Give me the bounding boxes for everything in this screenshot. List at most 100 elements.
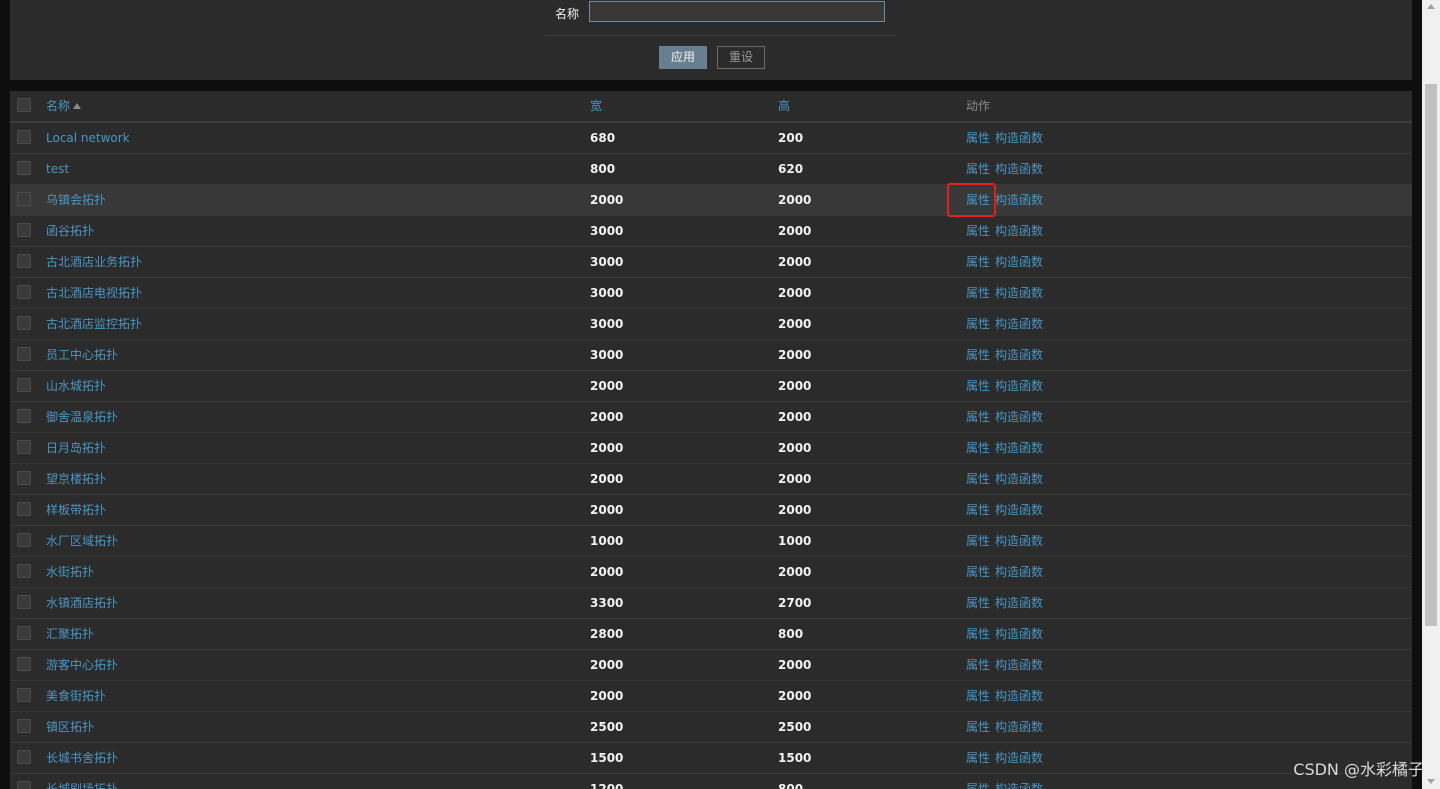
column-header-width[interactable]: 宽 — [590, 91, 602, 121]
properties-link[interactable]: 属性 — [966, 720, 990, 734]
apply-button[interactable]: 应用 — [659, 46, 707, 69]
constructor-link[interactable]: 构造函数 — [995, 751, 1043, 765]
properties-link[interactable]: 属性 — [966, 472, 990, 486]
constructor-link[interactable]: 构造函数 — [995, 565, 1043, 579]
properties-link[interactable]: 属性 — [966, 503, 990, 517]
row-checkbox[interactable] — [17, 378, 31, 392]
properties-link[interactable]: 属性 — [966, 534, 990, 548]
map-height: 2000 — [778, 472, 812, 486]
constructor-link[interactable]: 构造函数 — [995, 317, 1043, 331]
constructor-link[interactable]: 构造函数 — [995, 348, 1043, 362]
properties-link[interactable]: 属性 — [966, 193, 990, 207]
constructor-link[interactable]: 构造函数 — [995, 410, 1043, 424]
map-name-link[interactable]: 望京楼拓扑 — [46, 464, 106, 494]
properties-link[interactable]: 属性 — [966, 379, 990, 393]
row-checkbox[interactable] — [17, 781, 31, 789]
map-name-link[interactable]: 长城书舍拓扑 — [46, 743, 118, 773]
properties-link[interactable]: 属性 — [966, 751, 990, 765]
constructor-link[interactable]: 构造函数 — [995, 472, 1043, 486]
map-name-link[interactable]: 古北酒店电视拓扑 — [46, 278, 142, 308]
constructor-link[interactable]: 构造函数 — [995, 534, 1043, 548]
map-name-link[interactable]: 汇聚拓扑 — [46, 619, 94, 649]
filter-name-input[interactable] — [589, 1, 885, 22]
row-checkbox[interactable] — [17, 471, 31, 485]
properties-link[interactable]: 属性 — [966, 131, 990, 145]
row-checkbox[interactable] — [17, 750, 31, 764]
properties-link[interactable]: 属性 — [966, 255, 990, 269]
row-checkbox[interactable] — [17, 502, 31, 516]
map-name-link[interactable]: 水街拓扑 — [46, 557, 94, 587]
constructor-link[interactable]: 构造函数 — [995, 255, 1043, 269]
constructor-link[interactable]: 构造函数 — [995, 782, 1043, 789]
row-checkbox[interactable] — [17, 440, 31, 454]
table-row: 望京楼拓扑 2000 2000 属性 构造函数 — [10, 464, 1412, 495]
map-name-link[interactable]: 山水城拓扑 — [46, 371, 106, 401]
row-checkbox[interactable] — [17, 409, 31, 423]
constructor-link[interactable]: 构造函数 — [995, 162, 1043, 176]
constructor-link[interactable]: 构造函数 — [995, 131, 1043, 145]
properties-link[interactable]: 属性 — [966, 596, 990, 610]
properties-link[interactable]: 属性 — [966, 627, 990, 641]
map-name-link[interactable]: 乌镇会拓扑 — [46, 185, 106, 215]
row-checkbox[interactable] — [17, 533, 31, 547]
properties-link[interactable]: 属性 — [966, 286, 990, 300]
row-checkbox[interactable] — [17, 223, 31, 237]
constructor-link[interactable]: 构造函数 — [995, 689, 1043, 703]
properties-link[interactable]: 属性 — [966, 782, 990, 789]
constructor-link[interactable]: 构造函数 — [995, 627, 1043, 641]
constructor-link[interactable]: 构造函数 — [995, 286, 1043, 300]
map-name-link[interactable]: 水厂区域拓扑 — [46, 526, 118, 556]
select-all-checkbox[interactable] — [17, 98, 31, 112]
map-name-link[interactable]: 水镇酒店拓扑 — [46, 588, 118, 618]
map-name-link[interactable]: 日月岛拓扑 — [46, 433, 106, 463]
properties-link[interactable]: 属性 — [966, 441, 990, 455]
reset-button[interactable]: 重设 — [717, 46, 765, 69]
row-checkbox[interactable] — [17, 347, 31, 361]
map-name-link[interactable]: 古北酒店业务拓扑 — [46, 247, 142, 277]
properties-link[interactable]: 属性 — [966, 410, 990, 424]
row-checkbox[interactable] — [17, 657, 31, 671]
properties-link[interactable]: 属性 — [966, 348, 990, 362]
properties-link[interactable]: 属性 — [966, 689, 990, 703]
map-name-link[interactable]: 函谷拓扑 — [46, 216, 94, 246]
properties-link[interactable]: 属性 — [966, 224, 990, 238]
scroll-up-icon[interactable] — [1427, 4, 1435, 9]
scroll-down-icon[interactable] — [1427, 779, 1435, 784]
constructor-link[interactable]: 构造函数 — [995, 441, 1043, 455]
row-checkbox[interactable] — [17, 130, 31, 144]
row-checkbox[interactable] — [17, 254, 31, 268]
map-name-link[interactable]: 御舍温泉拓扑 — [46, 402, 118, 432]
map-name-link[interactable]: 古北酒店监控拓扑 — [46, 309, 142, 339]
map-name-link[interactable]: 美食街拓扑 — [46, 681, 106, 711]
column-header-name[interactable]: 名称 — [46, 91, 82, 121]
properties-link[interactable]: 属性 — [966, 658, 990, 672]
map-name-link[interactable]: 游客中心拓扑 — [46, 650, 118, 680]
map-name-link[interactable]: 员工中心拓扑 — [46, 340, 118, 370]
map-name-link[interactable]: Local network — [46, 123, 130, 153]
map-name-link[interactable]: 长城剧场拓扑 — [46, 774, 118, 789]
constructor-link[interactable]: 构造函数 — [995, 720, 1043, 734]
row-checkbox[interactable] — [17, 564, 31, 578]
constructor-link[interactable]: 构造函数 — [995, 503, 1043, 517]
constructor-link[interactable]: 构造函数 — [995, 193, 1043, 207]
map-name-link[interactable]: 镇区拓扑 — [46, 712, 94, 742]
row-checkbox[interactable] — [17, 719, 31, 733]
properties-link[interactable]: 属性 — [966, 565, 990, 579]
constructor-link[interactable]: 构造函数 — [995, 379, 1043, 393]
scrollbar-thumb[interactable] — [1425, 84, 1437, 626]
constructor-link[interactable]: 构造函数 — [995, 596, 1043, 610]
row-checkbox[interactable] — [17, 161, 31, 175]
row-checkbox[interactable] — [17, 316, 31, 330]
map-name-link[interactable]: test — [46, 154, 69, 184]
row-checkbox[interactable] — [17, 285, 31, 299]
row-checkbox[interactable] — [17, 626, 31, 640]
properties-link[interactable]: 属性 — [966, 162, 990, 176]
constructor-link[interactable]: 构造函数 — [995, 224, 1043, 238]
row-checkbox[interactable] — [17, 595, 31, 609]
row-checkbox[interactable] — [17, 688, 31, 702]
column-header-height[interactable]: 高 — [778, 91, 790, 121]
map-name-link[interactable]: 样板带拓扑 — [46, 495, 106, 525]
constructor-link[interactable]: 构造函数 — [995, 658, 1043, 672]
row-checkbox[interactable] — [17, 192, 31, 206]
properties-link[interactable]: 属性 — [966, 317, 990, 331]
